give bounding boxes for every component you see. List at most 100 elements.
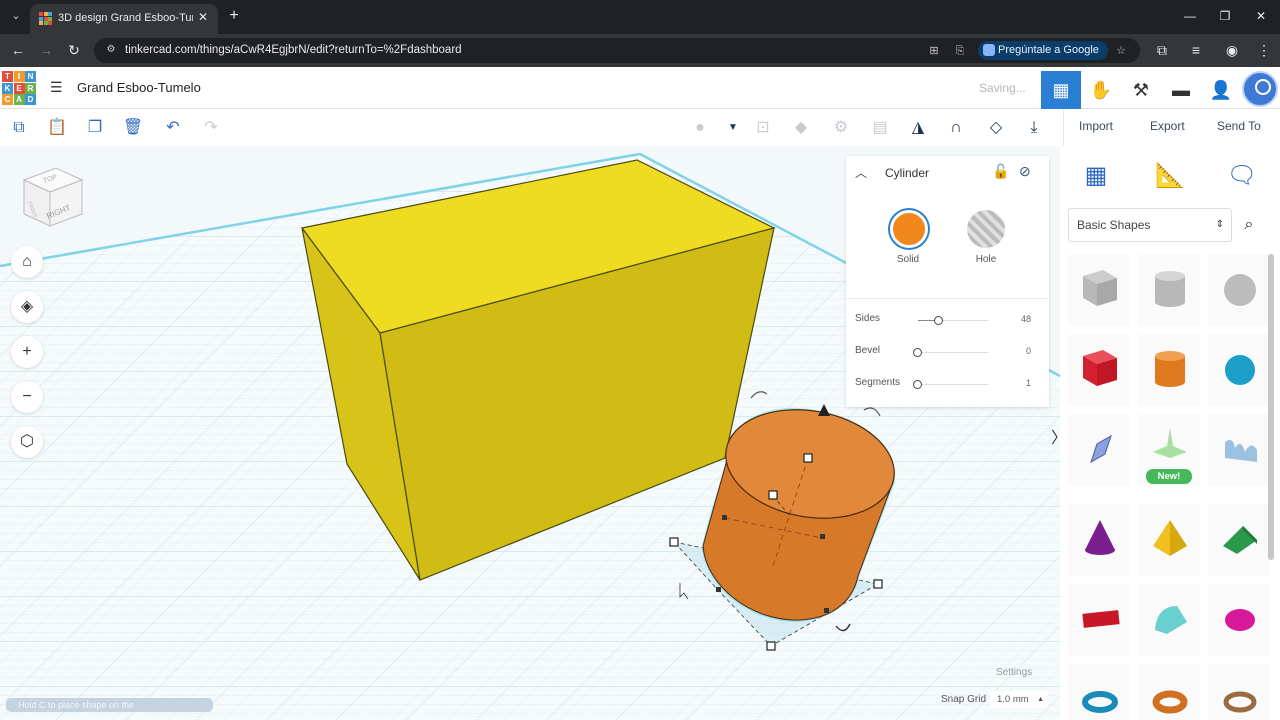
group-icon[interactable]: ⊡ — [752, 117, 774, 139]
minimize-icon[interactable]: — — [1180, 6, 1200, 26]
sides-knob[interactable] — [934, 316, 943, 325]
copy-icon[interactable]: ⧉ — [8, 117, 30, 139]
tinkercad-logo[interactable]: T I N K E R C A D — [2, 71, 36, 105]
forward-icon[interactable]: → — [36, 40, 56, 60]
bevel-value[interactable]: 0 — [1006, 346, 1031, 356]
segments-slider[interactable] — [913, 380, 988, 389]
view-cube[interactable]: TOP FRONT RIGHT — [20, 164, 84, 228]
shape-wizard[interactable]: New! — [1138, 414, 1200, 486]
redo-icon[interactable]: ↷ — [200, 117, 222, 139]
workplane-icon[interactable]: ◇ — [985, 117, 1007, 139]
mirror-icon[interactable]: ◮ — [907, 117, 929, 139]
shape-sphere-hole[interactable] — [1208, 254, 1270, 326]
search-icon[interactable]: ⌕ — [1239, 215, 1259, 235]
sides-value[interactable]: 48 — [1006, 314, 1031, 324]
grid-view-icon[interactable]: ▦ — [1078, 158, 1114, 194]
segments-knob[interactable] — [913, 380, 922, 389]
bevel-knob[interactable] — [913, 348, 922, 357]
projects-icon[interactable]: ▬ — [1161, 71, 1201, 109]
tab-search-icon[interactable]: ⌄ — [6, 6, 26, 26]
zoom-in-icon[interactable]: + — [11, 336, 43, 368]
fit-all-icon[interactable]: ◈ — [11, 291, 43, 323]
shape-name[interactable]: Cylinder — [885, 166, 929, 180]
paste-icon[interactable]: 📋 — [46, 117, 68, 139]
ruler-view-icon[interactable]: 📐 — [1152, 158, 1188, 194]
reload-icon[interactable]: ↻ — [64, 40, 84, 60]
toolbar-divider — [1063, 109, 1064, 146]
undo-icon[interactable]: ↶ — [162, 117, 184, 139]
shape-half-cylinder[interactable] — [1138, 584, 1200, 656]
add-user-icon[interactable]: 👤 — [1201, 71, 1241, 109]
url-box[interactable]: ⚙ tinkercad.com/things/aCwR4EgjbrN/edit?… — [94, 38, 1140, 63]
design-title[interactable]: Grand Esboo-Tumelo — [77, 80, 201, 95]
cruise-icon[interactable]: ⚙ — [830, 117, 852, 139]
ask-google-button[interactable]: Pregúntale a Google — [978, 41, 1108, 60]
shape-tube[interactable] — [1138, 664, 1200, 720]
shape-scribble[interactable] — [1068, 414, 1130, 486]
site-info-icon[interactable]: ⚙ — [104, 43, 118, 57]
install-app-icon[interactable]: ⎘ — [952, 43, 968, 59]
duplicate-icon[interactable]: ❐ — [84, 117, 106, 139]
shape-sphere[interactable] — [1208, 334, 1270, 406]
shape-pyramid[interactable] — [1138, 504, 1200, 576]
shape-cylinder-hole[interactable] — [1138, 254, 1200, 326]
tab-close-icon[interactable]: ✕ — [196, 10, 210, 24]
translate-icon[interactable]: ⊞ — [926, 43, 942, 59]
import-button[interactable]: Import — [1079, 119, 1113, 133]
sides-slider[interactable] — [918, 316, 988, 325]
magnet-icon[interactable]: ∩ — [945, 117, 967, 139]
zoom-out-icon[interactable]: − — [11, 381, 43, 413]
maximize-icon[interactable]: ❐ — [1215, 6, 1235, 26]
paraboloid-icon — [1225, 609, 1255, 631]
shape-text-hole[interactable] — [1208, 414, 1270, 486]
shape-cone[interactable] — [1068, 504, 1130, 576]
avatar[interactable] — [1242, 71, 1278, 107]
new-badge: New! — [1146, 469, 1192, 484]
home-view-icon[interactable]: ⌂ — [11, 246, 43, 278]
delete-icon[interactable]: 🗑 — [122, 117, 144, 139]
bevel-slider[interactable] — [913, 348, 988, 357]
shape-paraboloid[interactable] — [1208, 584, 1270, 656]
solid-color-swatch[interactable] — [890, 210, 928, 248]
ortho-view-icon[interactable]: ⬡ — [11, 426, 43, 458]
3d-design-view-icon[interactable]: ▦ — [1041, 71, 1081, 109]
new-tab-button[interactable]: + — [226, 6, 242, 26]
blocks-view-icon[interactable]: ✋ — [1081, 71, 1121, 109]
sim-lab-icon[interactable]: ⚒ — [1121, 71, 1161, 109]
notes-view-icon[interactable]: 🗨 — [1224, 158, 1260, 194]
snap-grid-select[interactable]: 1.0 mm ▲ — [990, 691, 1048, 708]
hide-bulb-icon[interactable]: ⊘ — [1019, 163, 1031, 180]
collapse-chevron-icon[interactable]: ︿ — [855, 164, 867, 181]
profile-icon[interactable]: ◉ — [1222, 40, 1242, 60]
library-scrollbar[interactable] — [1268, 254, 1274, 560]
note-dropdown-icon[interactable]: ▼ — [722, 117, 744, 139]
category-select[interactable]: Basic Shapes ⇕ — [1068, 208, 1232, 242]
extensions-icon[interactable]: ⧉ — [1152, 40, 1172, 60]
shape-ring[interactable] — [1208, 664, 1270, 720]
shape-text[interactable] — [1068, 584, 1130, 656]
media-icon[interactable]: ≡ — [1186, 40, 1206, 60]
send-to-button[interactable]: Send To — [1217, 119, 1261, 133]
note-bulb-icon[interactable]: ● — [689, 117, 711, 139]
shape-cylinder[interactable] — [1138, 334, 1200, 406]
menu-icon[interactable]: ☰ — [50, 80, 64, 94]
window-close-icon[interactable]: ✕ — [1251, 6, 1271, 26]
shape-torus[interactable] — [1068, 664, 1130, 720]
lock-icon[interactable]: 🔓 — [992, 163, 1009, 180]
shape-box-hole[interactable] — [1068, 254, 1130, 326]
settings-link[interactable]: Settings — [996, 667, 1032, 678]
hole-swatch[interactable] — [967, 210, 1005, 248]
browser-tab[interactable]: 3D design Grand Esboo-Tumelo ✕ — [30, 4, 218, 34]
ungroup-icon[interactable]: ◆ — [790, 117, 812, 139]
browser-menu-icon[interactable]: ⋮ — [1254, 40, 1274, 60]
export-button[interactable]: Export — [1150, 119, 1185, 133]
segments-value[interactable]: 1 — [1006, 378, 1031, 388]
align-icon[interactable]: ▤ — [869, 117, 891, 139]
bookmark-star-icon[interactable]: ☆ — [1113, 43, 1129, 59]
shape-box[interactable] — [1068, 334, 1130, 406]
scribble-icon — [1090, 434, 1112, 464]
url-text[interactable]: tinkercad.com/things/aCwR4EgjbrN/edit?re… — [125, 44, 462, 56]
ruler-icon[interactable]: ⤓ — [1023, 117, 1045, 139]
back-icon[interactable]: ← — [8, 40, 28, 60]
shape-roof[interactable] — [1208, 504, 1270, 576]
